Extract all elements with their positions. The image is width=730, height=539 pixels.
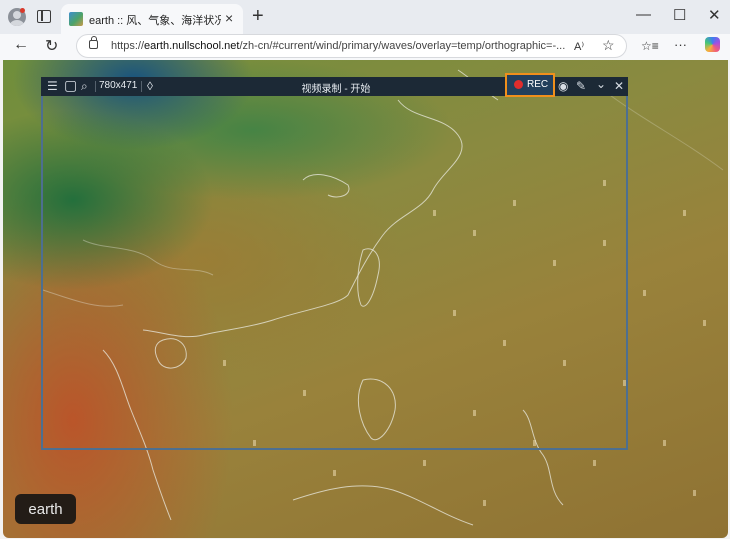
favorites-list-icon[interactable]: ☆≡: [641, 39, 659, 53]
more-options-icon[interactable]: ···: [674, 37, 687, 52]
browser-window: earth :: 风、气象、海洋状况的全球地图 × + — ☐ ✕ ← ↻ ht…: [0, 0, 730, 539]
tab-earth[interactable]: earth :: 风、气象、海洋状况的全球地图 ×: [61, 4, 243, 34]
title-bar: earth :: 风、气象、海洋状况的全球地图 × + — ☐ ✕: [0, 0, 730, 34]
earth-label: earth: [28, 501, 63, 518]
favorite-star-icon[interactable]: ☆: [602, 37, 615, 54]
copilot-icon[interactable]: [705, 37, 720, 52]
address-bar[interactable]: https://earth.nullschool.net/zh-cn/#curr…: [76, 34, 627, 58]
search-region-icon[interactable]: ⌕: [81, 79, 88, 94]
record-dot-icon: [514, 80, 523, 89]
tab-title: earth :: 风、气象、海洋状况的全球地图: [89, 15, 221, 27]
tab-actions-icon[interactable]: [37, 10, 51, 23]
back-icon[interactable]: ←: [13, 36, 29, 54]
new-tab-icon[interactable]: +: [252, 5, 264, 28]
url-path: /zh-cn/#current/wind/primary/waves/overl…: [239, 40, 566, 52]
navigation-bar: ← ↻ https://earth.nullschool.net/zh-cn/#…: [0, 34, 730, 60]
recorder-title: 视频录制 - 开始: [301, 84, 371, 95]
close-window-icon[interactable]: ✕: [708, 6, 721, 24]
region-size-label: 780x471: [99, 80, 138, 91]
rec-label: REC: [527, 79, 549, 90]
toolbar-separator: [141, 81, 142, 92]
earth-menu-button[interactable]: earth: [15, 494, 76, 524]
read-aloud-icon[interactable]: A⁾: [574, 40, 584, 53]
pen-icon[interactable]: ✎: [576, 79, 586, 93]
reload-icon[interactable]: ↻: [45, 36, 58, 56]
collapse-icon[interactable]: ⌄: [596, 77, 606, 91]
earth-favicon-icon: [69, 12, 83, 26]
rec-button[interactable]: REC: [505, 73, 555, 97]
camera-icon[interactable]: ◉: [558, 79, 568, 93]
profile-notification-dot: [20, 8, 25, 13]
recording-region-frame[interactable]: [41, 77, 628, 450]
tab-close-icon[interactable]: ×: [225, 10, 233, 26]
url-host: earth.nullschool.net: [144, 40, 240, 52]
minimize-icon[interactable]: —: [636, 6, 651, 23]
lock-icon[interactable]: [89, 36, 98, 49]
select-region-icon[interactable]: ▢: [64, 77, 77, 94]
maximize-icon[interactable]: ☐: [673, 6, 686, 24]
url-prefix: https://: [111, 40, 145, 52]
menu-icon[interactable]: ☰: [47, 79, 58, 93]
url-text[interactable]: https://earth.nullschool.net/zh-cn/#curr…: [111, 40, 566, 52]
close-recorder-icon[interactable]: ✕: [614, 79, 624, 93]
drop-icon[interactable]: ◊: [147, 79, 153, 93]
toolbar-separator: [95, 81, 96, 92]
recorder-toolbar: ☰ ▢ ⌕ 780x471 ◊ 视频录制 - 开始 REC ◉ ✎ ⌄ ✕: [41, 73, 628, 97]
